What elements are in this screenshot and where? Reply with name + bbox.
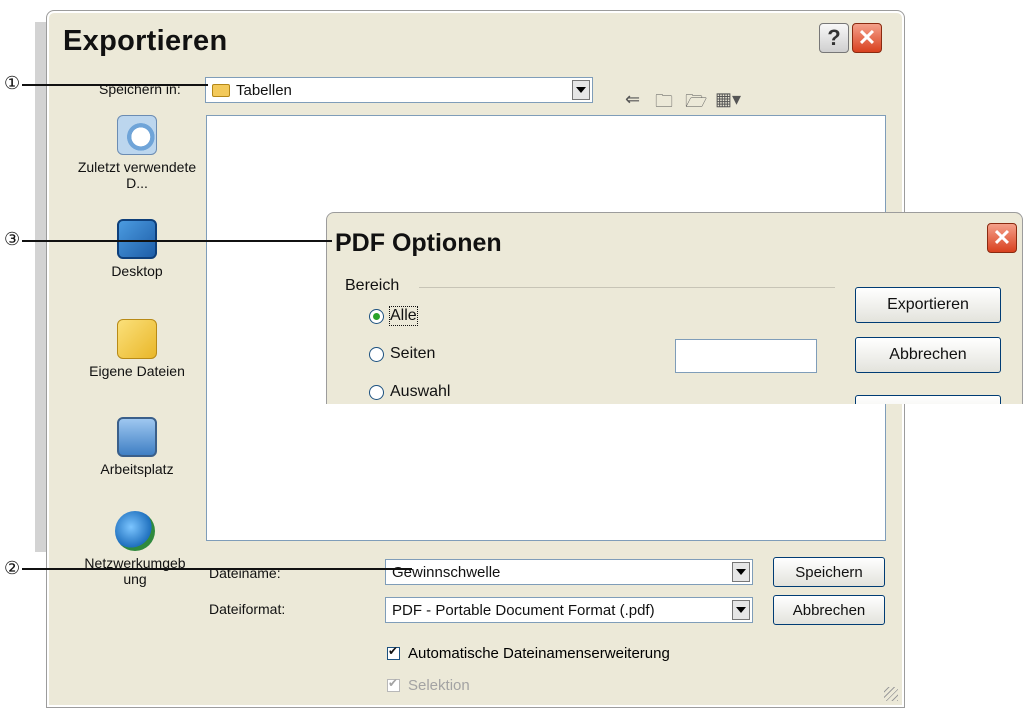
close-icon: ✕ (992, 225, 1012, 250)
cancel-button[interactable]: Abbrechen (773, 595, 885, 625)
sidebar-item-network[interactable]: Netzwerkumgeb ung (75, 511, 195, 587)
format-select[interactable]: PDF - Portable Document Format (.pdf) (385, 597, 753, 623)
callout-2: ② (4, 558, 21, 578)
format-label: Dateiformat: (209, 601, 286, 617)
help-button[interactable]: ? (819, 23, 849, 53)
close-button[interactable]: ✕ (852, 23, 882, 53)
filename-value: Gewinnschwelle (392, 563, 501, 581)
sidebar-item-label: Zuletzt verwendete D... (77, 159, 197, 191)
pdf-cancel-button[interactable]: Abbrechen (855, 337, 1001, 373)
save-in-select[interactable]: Tabellen (205, 77, 593, 103)
dialog-title: Exportieren (63, 25, 228, 57)
pdf-export-button[interactable]: Exportieren (855, 287, 1001, 323)
back-icon[interactable]: ⇐ (625, 89, 640, 110)
sidebar-item-label: Netzwerkumgeb ung (84, 555, 186, 587)
close-icon: ✕ (857, 25, 877, 50)
auto-extension-checkbox[interactable]: Automatische Dateinamenserweiterung (387, 644, 670, 662)
sidebar-item-desktop[interactable]: Desktop (67, 219, 207, 279)
network-places-icon (115, 511, 155, 551)
format-value: PDF - Portable Document Format (.pdf) (392, 601, 655, 619)
callout-1: ① (4, 73, 21, 93)
callout-3-line (22, 240, 332, 242)
dropdown-arrow-icon[interactable] (732, 562, 750, 582)
callout-3: ③ (4, 229, 21, 249)
sidebar-item-label: Arbeitsplatz (100, 461, 174, 477)
save-button[interactable]: Speichern (773, 557, 885, 587)
radio-selection-label: Auswahl (390, 383, 451, 400)
my-documents-icon (117, 319, 157, 359)
desktop-icon (117, 219, 157, 259)
radio-all[interactable]: Alle (369, 306, 418, 326)
pdf-options-dialog: PDF Optionen ✕ Bereich Alle Seiten Auswa… (326, 212, 1023, 404)
dropdown-arrow-icon[interactable] (572, 80, 590, 100)
range-group-label: Bereich (345, 277, 400, 294)
dropdown-arrow-icon[interactable] (732, 600, 750, 620)
sidebar-item-recent[interactable]: Zuletzt verwendete D... (67, 115, 207, 191)
sidebar-item-my-documents[interactable]: Eigene Dateien (67, 319, 207, 379)
my-computer-icon (117, 417, 157, 457)
filename-input[interactable]: Gewinnschwelle (385, 559, 753, 585)
pages-input[interactable] (675, 339, 817, 373)
save-in-value: Tabellen (236, 81, 292, 99)
help-icon: ? (827, 25, 841, 50)
radio-icon (369, 346, 384, 362)
sidebar-item-my-computer[interactable]: Arbeitsplatz (67, 417, 207, 477)
selection-label: Selektion (408, 677, 470, 694)
sidebar-item-label: Desktop (111, 263, 163, 279)
pdf-dialog-title: PDF Optionen (335, 229, 502, 257)
radio-selection[interactable]: Auswahl (369, 383, 450, 401)
recent-documents-icon (117, 115, 157, 155)
view-menu-icon[interactable]: ▦▾ (715, 89, 741, 110)
group-divider (419, 287, 835, 288)
resize-grip-icon[interactable] (884, 687, 898, 701)
checkbox-icon (387, 644, 400, 660)
checkbox-icon (387, 676, 400, 692)
pdf-close-button[interactable]: ✕ (987, 223, 1017, 253)
pdf-third-button[interactable] (855, 395, 1001, 404)
callout-1-line (22, 84, 208, 86)
radio-pages[interactable]: Seiten (369, 345, 435, 363)
selection-checkbox: Selektion (387, 676, 470, 694)
folder-icon (212, 83, 230, 97)
sidebar-item-label: Eigene Dateien (89, 363, 185, 379)
radio-icon (369, 384, 384, 400)
callout-2-line (22, 568, 412, 570)
radio-selected-icon (369, 308, 384, 324)
auto-extension-label: Automatische Dateinamenserweiterung (408, 645, 670, 662)
radio-pages-label: Seiten (390, 345, 436, 362)
radio-all-label: Alle (389, 306, 418, 326)
